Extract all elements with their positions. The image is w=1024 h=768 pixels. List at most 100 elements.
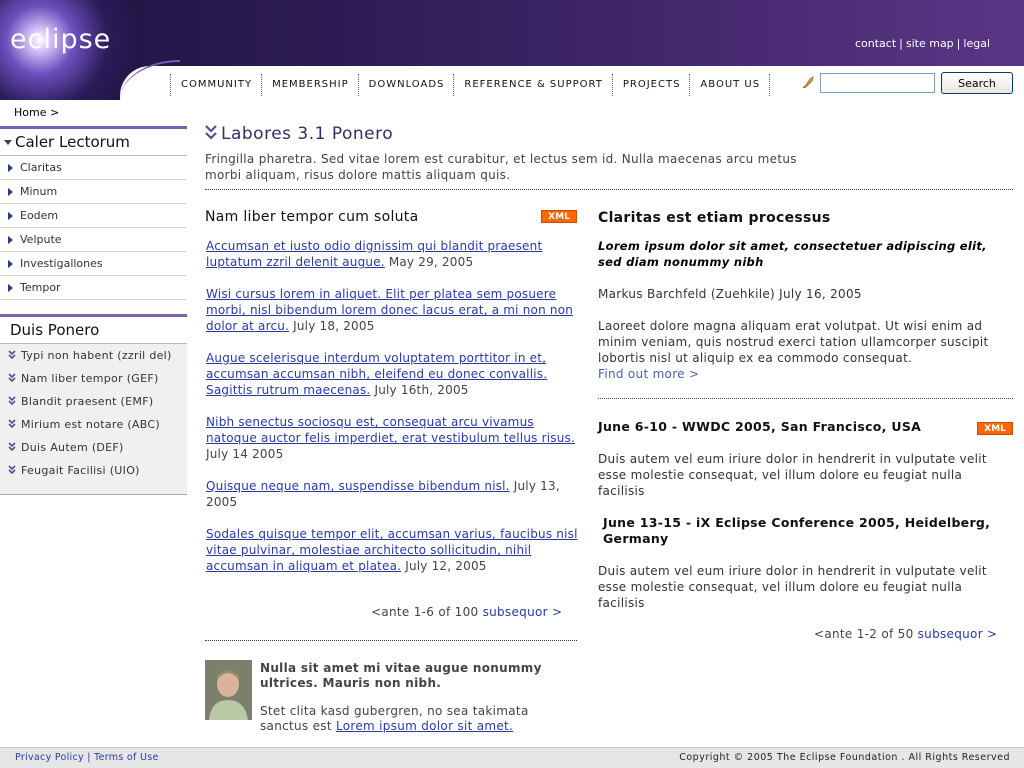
feature-byline: Markus Barchfeld (Zuehkile) July 16, 200… bbox=[598, 287, 862, 301]
sidebar-item-label: Claritas bbox=[20, 161, 62, 174]
site-footer: Privacy Policy | Terms of Use Copyright … bbox=[0, 747, 1024, 768]
arrow-right-icon bbox=[8, 259, 13, 268]
nav-projects[interactable]: PROJECTS bbox=[613, 74, 691, 96]
arrow-right-icon bbox=[8, 235, 13, 244]
news-date: July 18, 2005 bbox=[293, 319, 375, 333]
double-chevron-icon bbox=[8, 395, 16, 405]
legal-link[interactable]: legal bbox=[963, 37, 990, 50]
sidebar2-item[interactable]: Typi non habent (zzril del) bbox=[0, 344, 187, 367]
news-link[interactable]: Nibh senectus sociosqu est, consequat ar… bbox=[206, 415, 575, 445]
page-intro: Fringilla pharetra. Sed vitae lorem est … bbox=[205, 152, 797, 182]
find-out-more-link[interactable]: Find out more > bbox=[598, 367, 699, 381]
profile-text: Stet clita kasd gubergren, no sea takima… bbox=[260, 704, 580, 734]
sidebar-item-claritas[interactable]: Claritas bbox=[0, 156, 187, 180]
sidebar-item-velpute[interactable]: Velpute bbox=[0, 228, 187, 252]
profile-photo bbox=[205, 660, 252, 720]
sidebar-box-title: Duis Ponero bbox=[0, 317, 187, 344]
nav-about-us[interactable]: ABOUT US bbox=[690, 74, 771, 96]
news-item: Nibh senectus sociosqu est, consequat ar… bbox=[206, 414, 578, 462]
search-button[interactable]: Search bbox=[941, 72, 1013, 94]
news-item: Quisque neque nam, suspendisse bibendum … bbox=[206, 478, 578, 510]
arrow-right-icon bbox=[8, 211, 13, 220]
news-item: Wisi cursus lorem in aliquet. Elit per p… bbox=[206, 286, 578, 334]
breadcrumb[interactable]: Home > bbox=[14, 106, 59, 119]
search-area: Search bbox=[800, 72, 1013, 94]
news-date: July 16th, 2005 bbox=[374, 383, 469, 397]
rocket-icon bbox=[802, 76, 814, 89]
double-chevron-icon bbox=[8, 464, 16, 474]
news-link[interactable]: Sodales quisque tempor elit, accumsan va… bbox=[206, 527, 578, 573]
sidebar-item-label: Minum bbox=[20, 185, 58, 198]
arrow-right-icon bbox=[8, 283, 13, 292]
news-link[interactable]: Accumsan et iusto odio dignissim qui bla… bbox=[206, 239, 542, 269]
double-chevron-icon bbox=[8, 372, 16, 382]
events-pager: <ante 1-2 of 50 subsequor > bbox=[814, 627, 997, 641]
page-heading: Labores 3.1 Ponero bbox=[205, 124, 393, 144]
news-date: July 14 2005 bbox=[206, 447, 284, 461]
sidebar-item-minum[interactable]: Minum bbox=[0, 180, 187, 204]
arrow-right-icon bbox=[8, 163, 13, 172]
news-section-title: Nam liber tempor cum soluta bbox=[205, 209, 419, 225]
sidebar2-item-label: Blandit praesent (EMF) bbox=[21, 395, 154, 408]
event-title: June 13-15 - iX Eclipse Conference 2005,… bbox=[603, 515, 991, 546]
news-item: Augue scelerisque interdum voluptatem po… bbox=[206, 350, 578, 398]
xml-feed-badge[interactable]: XML bbox=[977, 422, 1013, 435]
divider bbox=[598, 398, 1013, 399]
site-map-link[interactable]: site map bbox=[906, 37, 954, 50]
feature-body: Laoreet dolore magna aliquam erat volutp… bbox=[598, 318, 1008, 382]
pager-range: 1-6 of 100 bbox=[413, 605, 479, 619]
sidebar-item-label: Investigallones bbox=[20, 257, 103, 270]
sidebar2-item[interactable]: Blandit praesent (EMF) bbox=[0, 390, 187, 413]
nav-downloads[interactable]: DOWNLOADS bbox=[359, 74, 455, 96]
feature-title: Claritas est etiam processus bbox=[598, 210, 831, 226]
contact-link[interactable]: contact bbox=[855, 37, 896, 50]
page-title: Labores 3.1 Ponero bbox=[221, 124, 394, 144]
sidebar-item-tempor[interactable]: Tempor bbox=[0, 276, 187, 300]
event-title: June 6-10 - WWDC 2005, San Francisco, US… bbox=[598, 419, 922, 434]
nav-community[interactable]: COMMUNITY bbox=[171, 74, 263, 96]
pager-prev[interactable]: <ante bbox=[814, 627, 853, 641]
copyright: Copyright © 2005 The Eclipse Foundation … bbox=[679, 752, 1010, 763]
sidebar-item-eodem[interactable]: Eodem bbox=[0, 204, 187, 228]
profile-link[interactable]: Lorem ipsum dolor sit amet. bbox=[336, 719, 513, 733]
sidebar2-item[interactable]: Nam liber tempor (GEF) bbox=[0, 367, 187, 390]
pager-prev[interactable]: <ante bbox=[371, 605, 410, 619]
person-photo-icon bbox=[205, 660, 252, 720]
profile-title: Nulla sit amet mi vitae augue nonummy ul… bbox=[260, 661, 542, 690]
nav-reference-support[interactable]: REFERENCE & SUPPORT bbox=[454, 74, 613, 96]
double-chevron-icon bbox=[205, 125, 217, 140]
sidebar2-item-label: Mirium est notare (ABC) bbox=[21, 418, 160, 431]
sidebar2-item[interactable]: Duis Autem (DEF) bbox=[0, 436, 187, 459]
sidebar2-item[interactable]: Feugait Facilisi (UIO) bbox=[0, 459, 187, 482]
main-nav: COMMUNITY MEMBERSHIP DOWNLOADS REFERENCE… bbox=[170, 74, 771, 96]
terms-of-use-link[interactable]: Terms of Use bbox=[94, 752, 159, 763]
privacy-policy-link[interactable]: Privacy Policy bbox=[15, 752, 84, 763]
feature-body-text: Laoreet dolore magna aliquam erat volutp… bbox=[598, 319, 989, 365]
double-chevron-icon bbox=[8, 349, 16, 359]
xml-feed-badge[interactable]: XML bbox=[541, 210, 577, 223]
sidebar2-item[interactable]: Mirium est notare (ABC) bbox=[0, 413, 187, 436]
sidebar-item-investigallones[interactable]: Investigallones bbox=[0, 252, 187, 276]
collapse-triangle-icon bbox=[4, 140, 12, 145]
news-link[interactable]: Quisque neque nam, suspendisse bibendum … bbox=[206, 479, 510, 493]
nav-membership[interactable]: MEMBERSHIP bbox=[262, 74, 359, 96]
sidebar2-item-label: Nam liber tempor (GEF) bbox=[21, 372, 159, 385]
eclipse-logo[interactable]: eclipse bbox=[10, 24, 111, 55]
sidebar: Caler Lectorum Claritas Minum Eodem Velp… bbox=[0, 126, 187, 495]
feature-lead-text: Lorem ipsum dolor sit amet, consectetuer… bbox=[598, 239, 987, 269]
event-text: Duis autem vel eum iriure dolor in hendr… bbox=[598, 564, 987, 610]
news-item: Sodales quisque tempor elit, accumsan va… bbox=[206, 526, 578, 574]
sidebar-box-title-text: Caler Lectorum bbox=[15, 133, 130, 151]
news-date: May 29, 2005 bbox=[388, 255, 474, 269]
divider bbox=[205, 640, 577, 641]
sidebar-box-caler-lectorum: Caler Lectorum Claritas Minum Eodem Velp… bbox=[0, 126, 187, 300]
sidebar-box-title[interactable]: Caler Lectorum bbox=[0, 129, 187, 156]
double-chevron-icon bbox=[8, 418, 16, 428]
pager-next-link[interactable]: subsequor > bbox=[483, 605, 563, 619]
news-link[interactable]: Wisi cursus lorem in aliquet. Elit per p… bbox=[206, 287, 573, 333]
sidebar-item-label: Tempor bbox=[20, 281, 61, 294]
sidebar2-item-label: Typi non habent (zzril del) bbox=[21, 349, 172, 362]
pager-range: 1-2 of 50 bbox=[856, 627, 914, 641]
pager-next-link[interactable]: subsequor > bbox=[918, 627, 998, 641]
search-input[interactable] bbox=[820, 73, 935, 93]
